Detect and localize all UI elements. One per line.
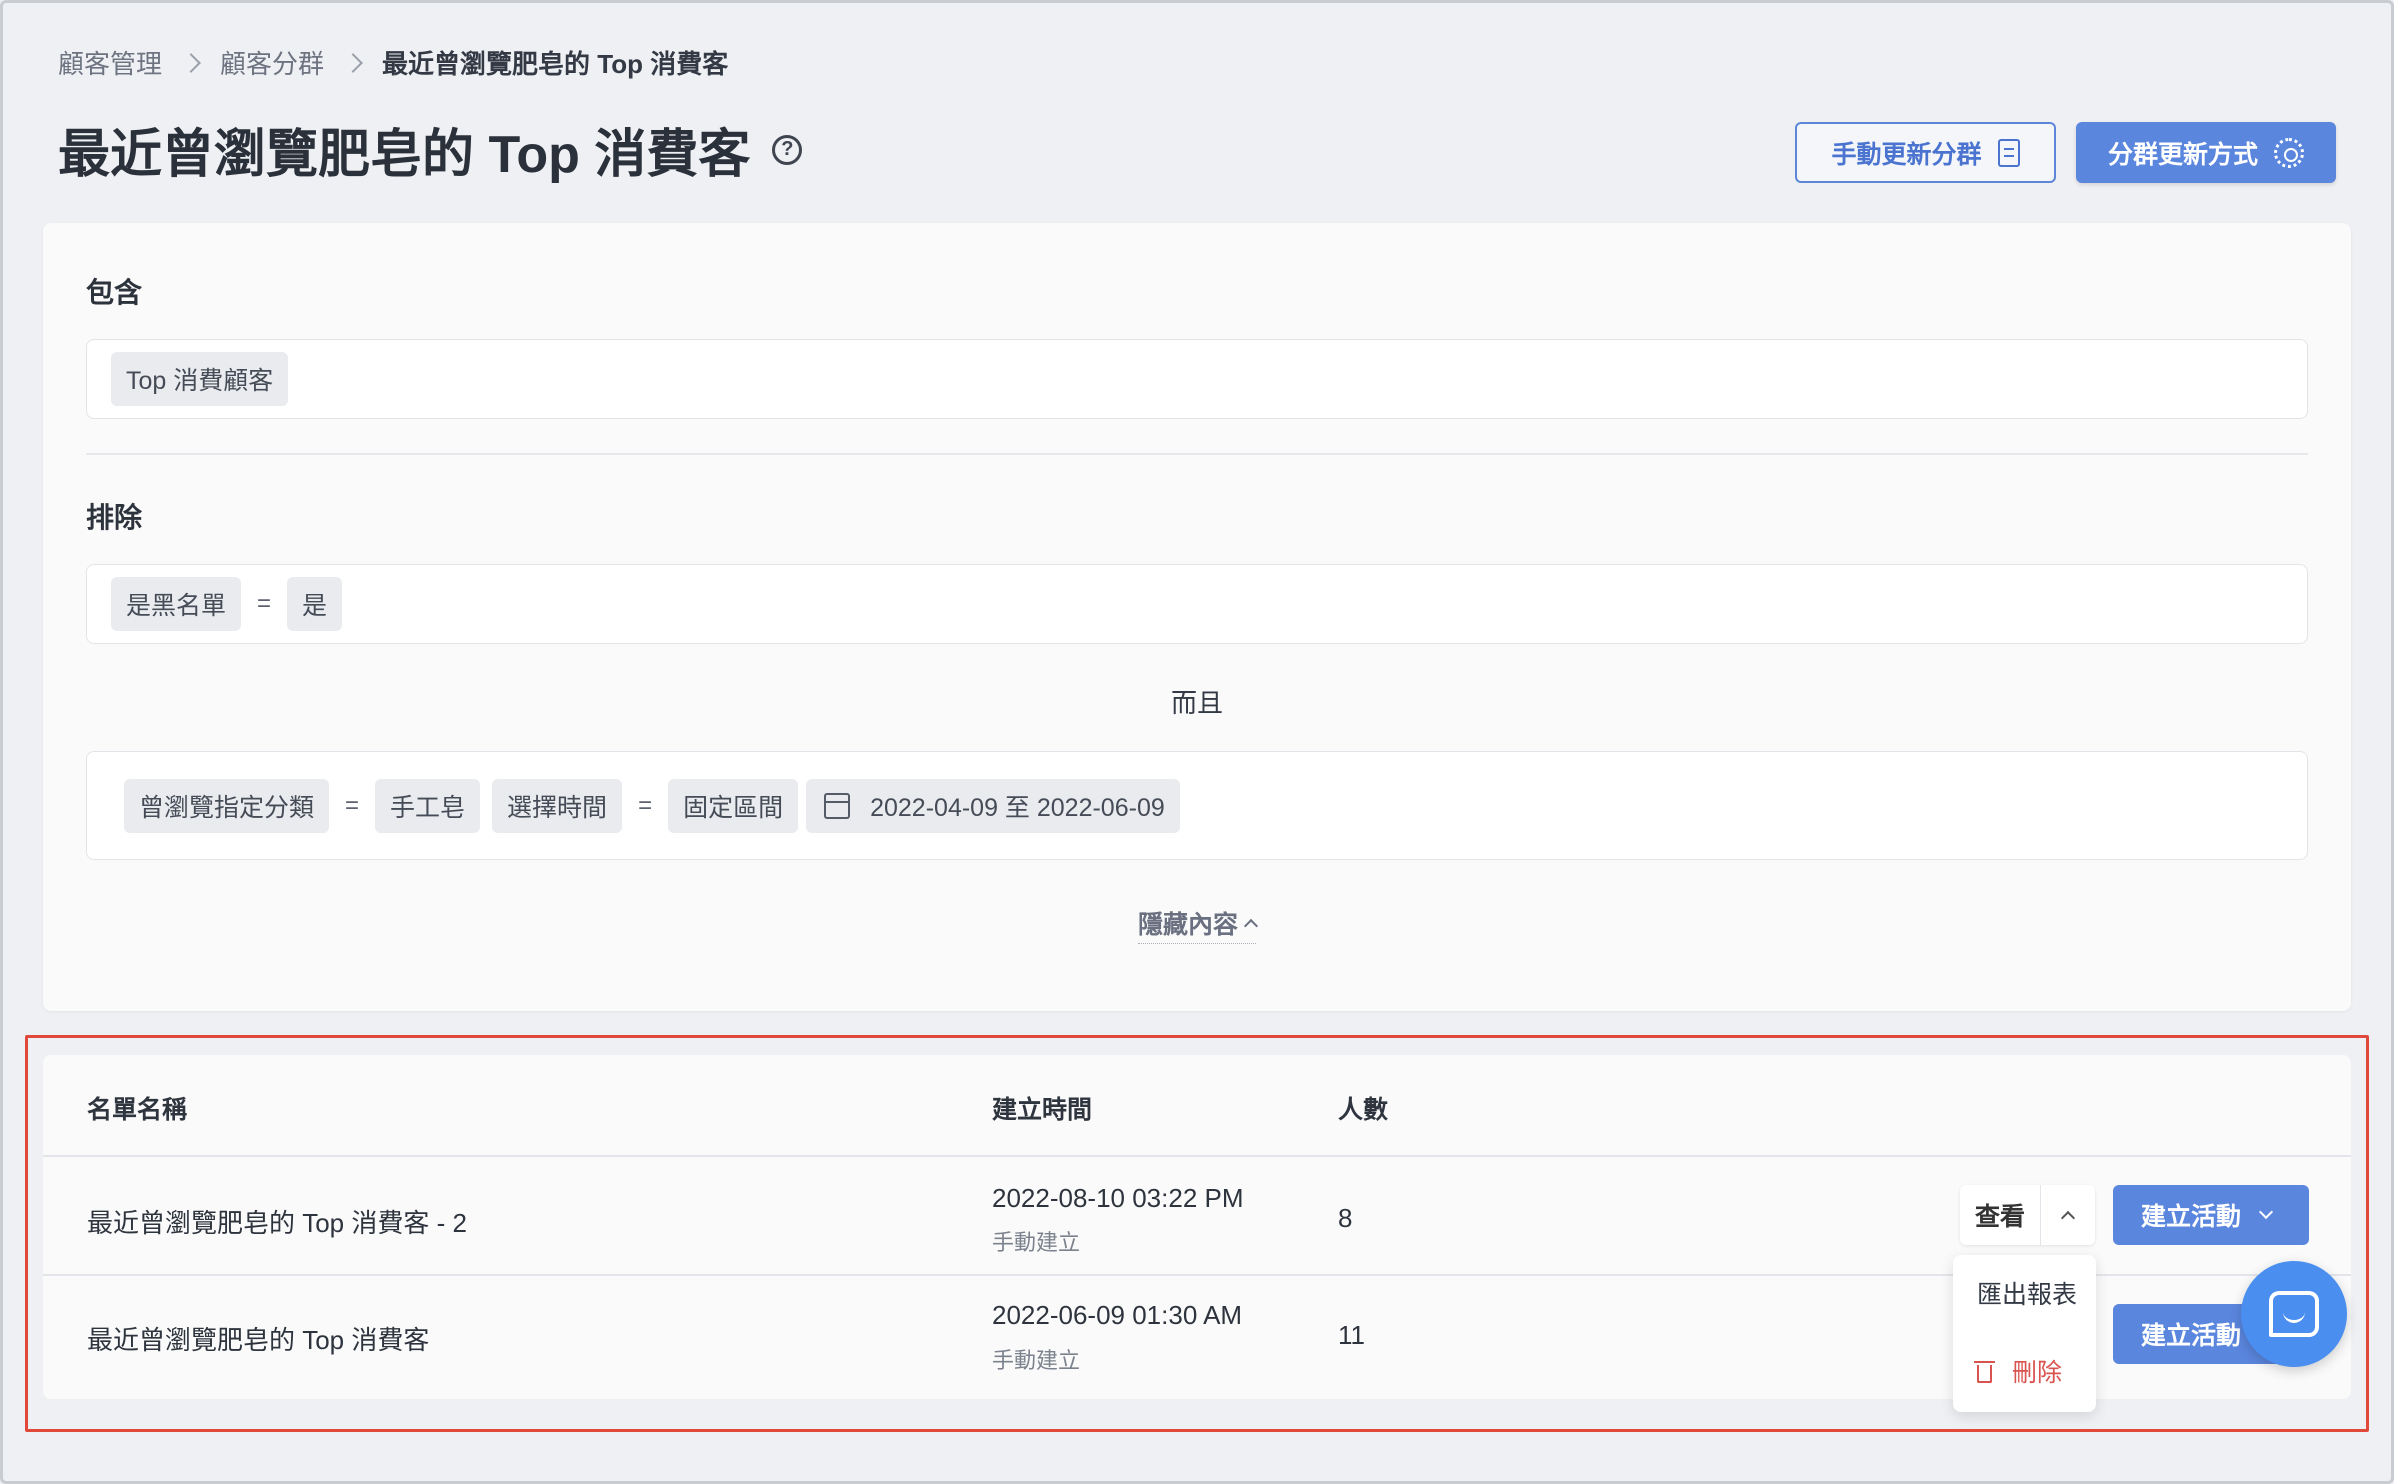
exclude-condition-box-1: 是黑名單 = 是 xyxy=(86,564,2308,644)
section-divider xyxy=(86,453,2308,455)
date-range-chip: 2022-04-09 至 2022-06-09 xyxy=(806,778,1180,833)
row-1-source: 手動建立 xyxy=(992,1230,1081,1255)
column-header-name: 名單名稱 xyxy=(87,1096,188,1124)
page-title: 最近曾瀏覽肥皂的 Top 消費客 ? xyxy=(58,112,803,187)
condition-value-chip: 手工皂 xyxy=(375,778,481,833)
chevron-right-icon xyxy=(181,52,201,73)
include-label: 包含 xyxy=(86,277,143,308)
date-range-text: 2022-04-09 至 2022-06-09 xyxy=(870,793,1165,822)
row-1-count: 8 xyxy=(1338,1203,1353,1233)
condition-operator: = xyxy=(257,590,272,617)
exclude-label: 排除 xyxy=(86,502,143,533)
chevron-right-icon xyxy=(343,52,363,73)
row-2-created: 2022-06-09 01:30 AM xyxy=(992,1300,1243,1330)
chat-support-button[interactable] xyxy=(2241,1261,2347,1367)
column-header-created: 建立時間 xyxy=(992,1096,1093,1124)
calendar-icon xyxy=(824,792,851,819)
condition-value-chip: 是 xyxy=(287,577,343,631)
row-2-source: 手動建立 xyxy=(992,1348,1081,1373)
row-1-create-campaign-button[interactable]: 建立活動 xyxy=(2113,1185,2309,1245)
update-method-label: 分群更新方式 xyxy=(2107,140,2258,169)
page-title-text: 最近曾瀏覽肥皂的 Top 消費客 xyxy=(58,126,751,184)
row-1-name: 最近曾瀏覽肥皂的 Top 消費客 - 2 xyxy=(87,1208,467,1238)
create-campaign-label: 建立活動 xyxy=(2141,1322,2242,1350)
view-dropdown-menu: 匯出報表 刪除 xyxy=(1953,1255,2096,1412)
manual-update-label: 手動更新分群 xyxy=(1831,140,1982,169)
condition-operator: = xyxy=(345,791,360,819)
export-report-menu-item[interactable]: 匯出報表 xyxy=(1977,1275,2077,1311)
gear-icon xyxy=(2274,137,2304,168)
breadcrumb-customer-management[interactable]: 顧客管理 xyxy=(58,44,162,81)
hide-content-toggle[interactable]: 隱藏內容 xyxy=(43,905,2351,944)
breadcrumb-current: 最近曾瀏覽肥皂的 Top 消費客 xyxy=(382,49,729,79)
time-field-chip: 選擇時間 xyxy=(492,778,623,833)
include-chip-top-customers: Top 消費顧客 xyxy=(111,352,289,406)
condition-field-chip: 曾瀏覽指定分類 xyxy=(124,778,330,833)
view-button[interactable]: 查看 xyxy=(1960,1185,2040,1245)
help-icon[interactable]: ? xyxy=(772,134,803,165)
and-joiner: 而且 xyxy=(1170,688,1223,718)
create-campaign-label: 建立活動 xyxy=(2141,1203,2242,1231)
exclude-condition-box-2: 曾瀏覽指定分類 = 手工皂 選擇時間 = 固定區間 2022-04-09 至 2… xyxy=(86,751,2308,860)
row-1-view-button-group: 查看 xyxy=(1960,1185,2095,1245)
row-2-count: 11 xyxy=(1338,1320,1365,1350)
manual-update-segment-button[interactable]: 手動更新分群 xyxy=(1795,122,2056,183)
chevron-up-icon xyxy=(2060,1210,2076,1226)
chat-icon xyxy=(2269,1291,2319,1337)
hide-content-label: 隱藏內容 xyxy=(1137,911,1238,939)
segment-update-method-button[interactable]: 分群更新方式 xyxy=(2076,122,2336,183)
include-condition-box: Top 消費顧客 xyxy=(86,339,2308,419)
delete-menu-item[interactable]: 刪除 xyxy=(1974,1353,2063,1389)
breadcrumb: 顧客管理 顧客分群 最近曾瀏覽肥皂的 Top 消費客 xyxy=(58,44,728,81)
segment-conditions-card: 包含 Top 消費顧客 排除 是黑名單 = 是 而且 曾瀏覽指定分類 = 手工皂… xyxy=(43,223,2351,1011)
trash-icon xyxy=(1974,1361,1995,1383)
delete-label: 刪除 xyxy=(2012,1359,2063,1387)
row-2-name: 最近曾瀏覽肥皂的 Top 消費客 xyxy=(87,1325,430,1355)
view-dropdown-toggle[interactable] xyxy=(2040,1185,2095,1245)
table-header-divider xyxy=(43,1155,2351,1157)
row-1-created: 2022-08-10 03:22 PM xyxy=(992,1183,1244,1213)
condition-operator: = xyxy=(638,791,653,819)
time-type-chip: 固定區間 xyxy=(668,778,799,833)
chevron-up-icon xyxy=(1243,918,1259,934)
column-header-count: 人數 xyxy=(1338,1096,1389,1124)
condition-field-chip: 是黑名單 xyxy=(111,577,242,631)
chevron-down-icon xyxy=(2258,1204,2274,1220)
breadcrumb-customer-segments[interactable]: 顧客分群 xyxy=(220,44,324,81)
document-icon xyxy=(1997,138,2020,167)
